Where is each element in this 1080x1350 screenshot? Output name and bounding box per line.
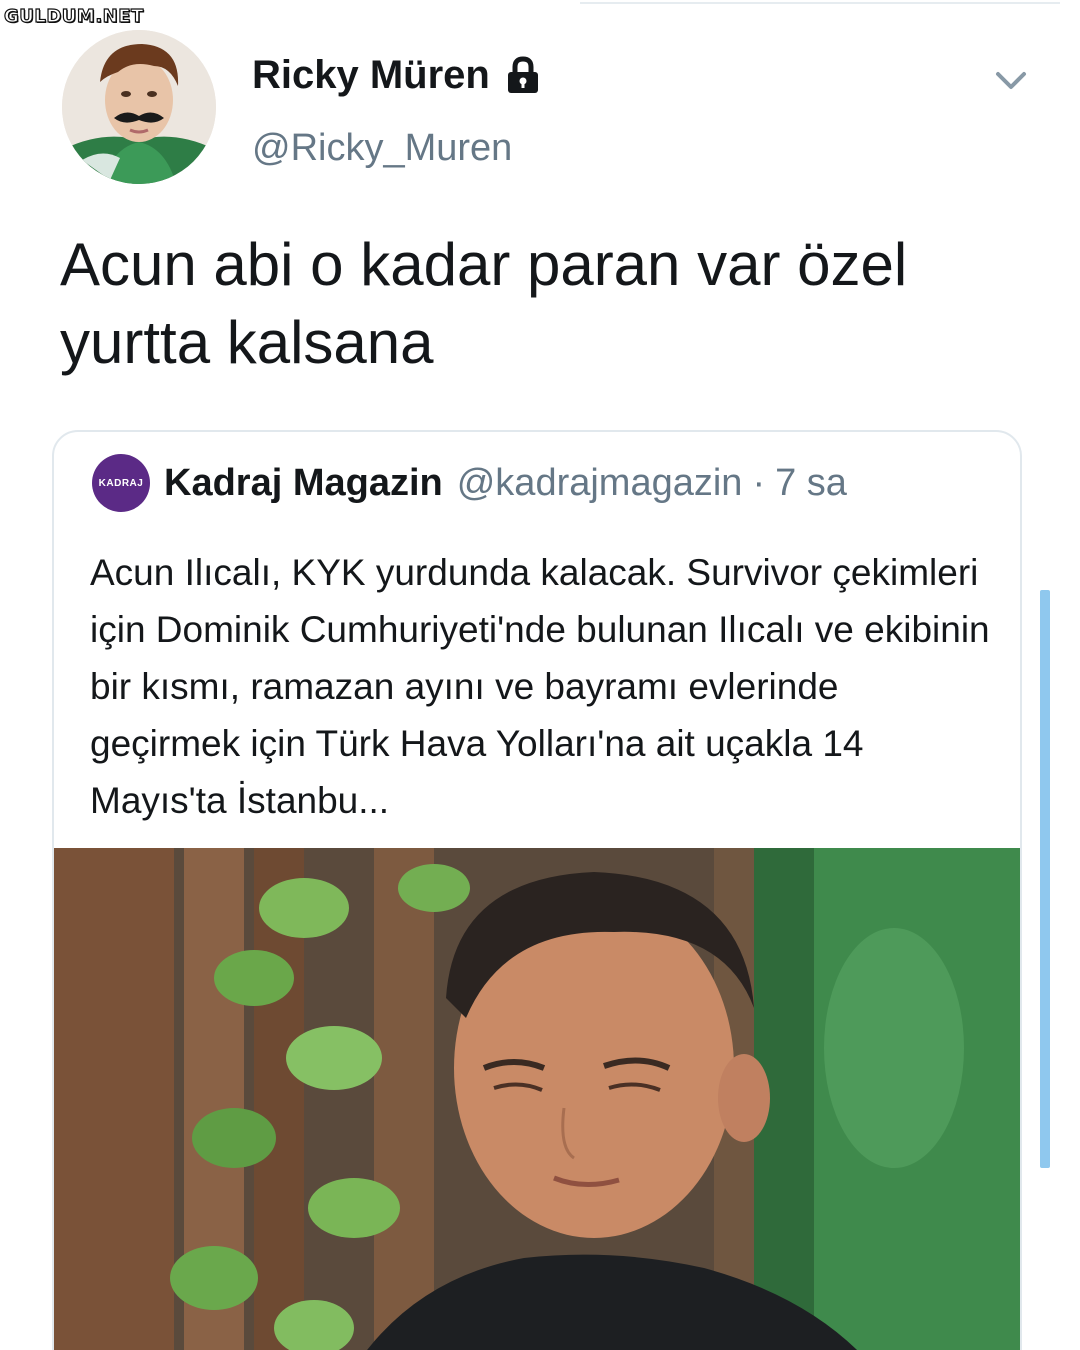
lock-icon [507,56,538,93]
quoted-tweet-header: KADRAJ Kadraj Magazin @kadrajmagazin · 7… [92,454,847,512]
screenshot-page: GULDUM.NET Ricky Müren @Ricky_Muren Acun… [0,0,1080,1350]
author-avatar[interactable] [62,30,216,184]
quoted-author-avatar[interactable]: KADRAJ [92,454,150,512]
author-name-row: Ricky Müren [252,50,542,100]
tweet-text: Acun abi o kadar paran var özel yurtta k… [60,231,908,376]
scrollbar[interactable] [1040,590,1050,1168]
quoted-tweet-card[interactable]: KADRAJ Kadraj Magazin @kadrajmagazin · 7… [52,430,1022,1350]
top-divider [580,2,1060,4]
quoted-tweet-time[interactable]: 7 sa [775,462,847,505]
site-watermark: GULDUM.NET [3,5,144,27]
quoted-tweet-photo[interactable] [54,848,1020,1350]
author-display-name[interactable]: Ricky Müren [252,50,490,100]
quoted-author-name[interactable]: Kadraj Magazin [164,462,443,505]
author-handle[interactable]: @Ricky_Muren [252,124,512,172]
chevron-down-icon[interactable] [994,66,1028,96]
header-separator: · [752,461,766,504]
quoted-tweet-text: Acun Ilıcalı, KYK yurdunda kalacak. Surv… [90,552,990,821]
quoted-author-handle[interactable]: @kadrajmagazin [457,462,743,505]
